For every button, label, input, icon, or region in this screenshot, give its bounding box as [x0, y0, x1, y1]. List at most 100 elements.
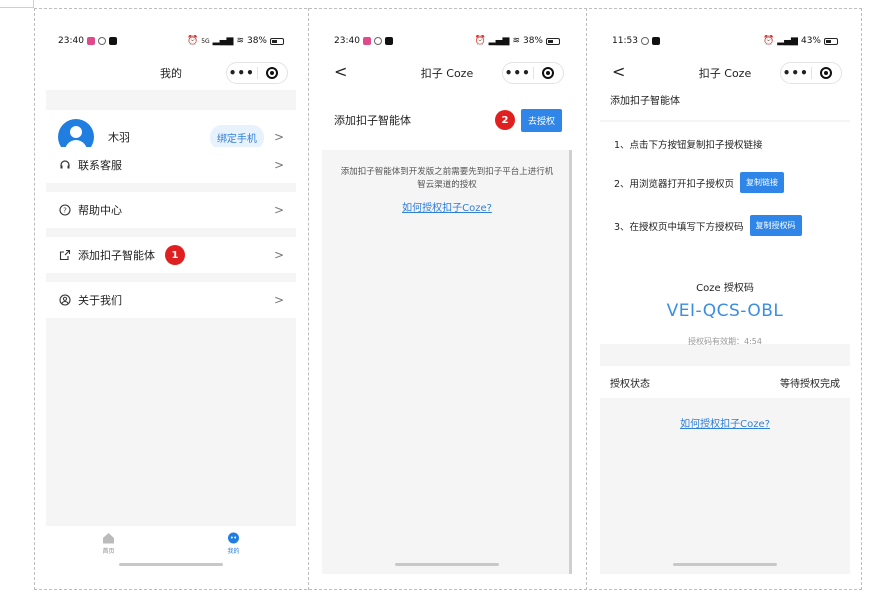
sync-icon [373, 37, 382, 45]
wifi-icon: ≋ [512, 36, 520, 46]
close-target-icon[interactable] [534, 67, 564, 79]
corner-mark [0, 0, 34, 8]
tab-label: 首页 [102, 548, 115, 555]
section-title: 添加扣子智能体 [334, 114, 411, 127]
panel-divider [308, 8, 309, 590]
chevron-right-icon: > [273, 203, 284, 217]
mini-program-capsule: ••• [780, 62, 842, 84]
copy-link-button[interactable]: 复制链接 [740, 172, 785, 193]
nav-bar: < 扣子 Coze ••• [322, 56, 572, 90]
page-title: 我的 [160, 67, 182, 80]
step-3: 3、在授权页中填写下方授权码 复制授权码 [614, 215, 802, 236]
step-text: 2、用浏览器打开扣子授权页 [614, 178, 735, 190]
bind-phone-button[interactable]: 绑定手机 [209, 124, 264, 150]
headset-icon [58, 158, 72, 172]
help-link-row: 如何授权扣子Coze? [600, 412, 850, 431]
nav-bar: < 扣子 Coze ••• [600, 56, 850, 90]
signal-icon: ▂▄▆ [212, 36, 234, 46]
step-text: 3、在授权页中填写下方授权码 [614, 221, 744, 233]
alarm-icon: ⏰ [763, 36, 775, 46]
battery-percent: 38% [522, 36, 543, 46]
battery-icon [546, 37, 560, 45]
description-text: 添加扣子智能体到开发版之前需要先到扣子平台上进行机智云渠道的授权 [340, 167, 554, 190]
tab-label: 我的 [227, 548, 240, 555]
tab-mine[interactable]: 我的 [171, 526, 296, 574]
menu-label: 添加扣子智能体 [78, 249, 155, 262]
home-icon [103, 533, 114, 544]
chevron-right-icon: > [273, 130, 284, 144]
authorization-code: VEI-QCS-OBL [666, 301, 784, 321]
profile-tab-icon [228, 532, 239, 544]
more-icon[interactable]: ••• [227, 66, 257, 80]
more-icon[interactable]: ••• [781, 66, 811, 80]
status-value: 等待授权完成 [780, 378, 840, 390]
menu-label: 联系客服 [78, 159, 122, 172]
external-link-icon [58, 248, 72, 262]
sync-icon [97, 37, 106, 45]
chevron-right-icon: > [273, 158, 284, 172]
section-title: 添加扣子智能体 [610, 96, 680, 107]
menu-item-help-center[interactable]: ? 帮助中心 > [46, 192, 296, 228]
page-title: 扣子 Coze [698, 67, 752, 80]
status-bar: 23:40 ⏰ 5G ▂▄▆ ≋ 38% [46, 26, 296, 56]
more-icon[interactable]: ••• [503, 66, 533, 80]
home-indicator [673, 563, 777, 566]
back-icon[interactable]: < [612, 64, 625, 80]
close-target-icon[interactable] [258, 67, 288, 79]
alarm-icon: ⏰ [186, 36, 199, 46]
nav-bar: 我的 ••• [46, 56, 296, 90]
tab-bar: 首页 我的 [46, 526, 296, 574]
code-expiry: 授权码有效期：4:54 [688, 337, 762, 346]
authorize-description: 添加扣子智能体到开发版之前需要先到扣子平台上进行机智云渠道的授权 如何授权扣子C… [340, 166, 554, 216]
battery-percent: 38% [246, 36, 267, 46]
battery-icon [270, 37, 284, 45]
scrollbar[interactable] [569, 150, 572, 574]
menu-label: 关于我们 [78, 294, 122, 307]
status-bar: 11:53 ⏰ ▂▄▆ 43% [600, 26, 850, 56]
add-agent-header: 添加扣子智能体 2 去授权 [322, 90, 572, 150]
phone-my-page: 23:40 ⏰ 5G ▂▄▆ ≋ 38% 我的 ••• 木羽 绑定手机 > 联系… [46, 26, 296, 574]
signal-icon: ▂▄▆ [488, 36, 510, 46]
step-badge-1: 1 [165, 245, 185, 265]
step-2: 2、用浏览器打开扣子授权页 复制链接 [614, 172, 785, 193]
menu-item-about-us[interactable]: 关于我们 > [46, 282, 296, 318]
go-authorize-button[interactable]: 去授权 [520, 108, 562, 132]
user-circle-icon [58, 293, 72, 307]
how-to-authorize-link[interactable]: 如何授权扣子Coze? [402, 203, 492, 214]
how-to-authorize-link[interactable]: 如何授权扣子Coze? [680, 419, 770, 430]
close-target-icon[interactable] [812, 67, 842, 79]
question-circle-icon: ? [58, 203, 72, 217]
home-indicator [119, 563, 223, 566]
app-notification-icon [86, 37, 95, 45]
home-indicator [395, 563, 499, 566]
chevron-right-icon: > [273, 248, 284, 262]
user-name: 木羽 [108, 131, 130, 144]
sync-icon [640, 37, 649, 45]
step-1: 1、点击下方按钮复制扣子授权链接 [614, 140, 763, 151]
alarm-icon: ⏰ [474, 36, 486, 46]
message-icon [384, 37, 393, 45]
code-title: Coze 授权码 [696, 283, 754, 294]
panel-divider [586, 8, 587, 590]
menu-label: 帮助中心 [78, 204, 122, 217]
menu-item-add-coze-agent[interactable]: 添加扣子智能体 1 > [46, 237, 296, 273]
mini-program-capsule: ••• [502, 62, 564, 84]
mini-program-capsule: ••• [226, 62, 288, 84]
status-time: 23:40 [58, 36, 84, 46]
signal-icon: ▂▄▆ [777, 36, 798, 46]
message-icon [108, 37, 117, 45]
tab-home[interactable]: 首页 [46, 526, 171, 574]
phone-coze-authorize: 23:40 ⏰ ▂▄▆ ≋ 38% < 扣子 Coze ••• 添加扣子智能体 … [322, 26, 572, 574]
status-time: 23:40 [334, 36, 360, 46]
back-icon[interactable]: < [334, 64, 347, 80]
authorization-status-row: 授权状态 等待授权完成 [600, 366, 850, 398]
app-notification-icon [362, 37, 371, 45]
chevron-right-icon: > [273, 293, 284, 307]
page-title: 扣子 Coze [420, 67, 474, 80]
battery-percent: 43% [800, 36, 821, 46]
status-bar: 23:40 ⏰ ▂▄▆ ≋ 38% [322, 26, 572, 56]
step-badge-2: 2 [494, 110, 515, 130]
copy-code-button[interactable]: 复制授权码 [749, 215, 802, 236]
status-time: 11:53 [612, 36, 638, 46]
menu-item-customer-service[interactable]: 联系客服 > [46, 147, 296, 183]
